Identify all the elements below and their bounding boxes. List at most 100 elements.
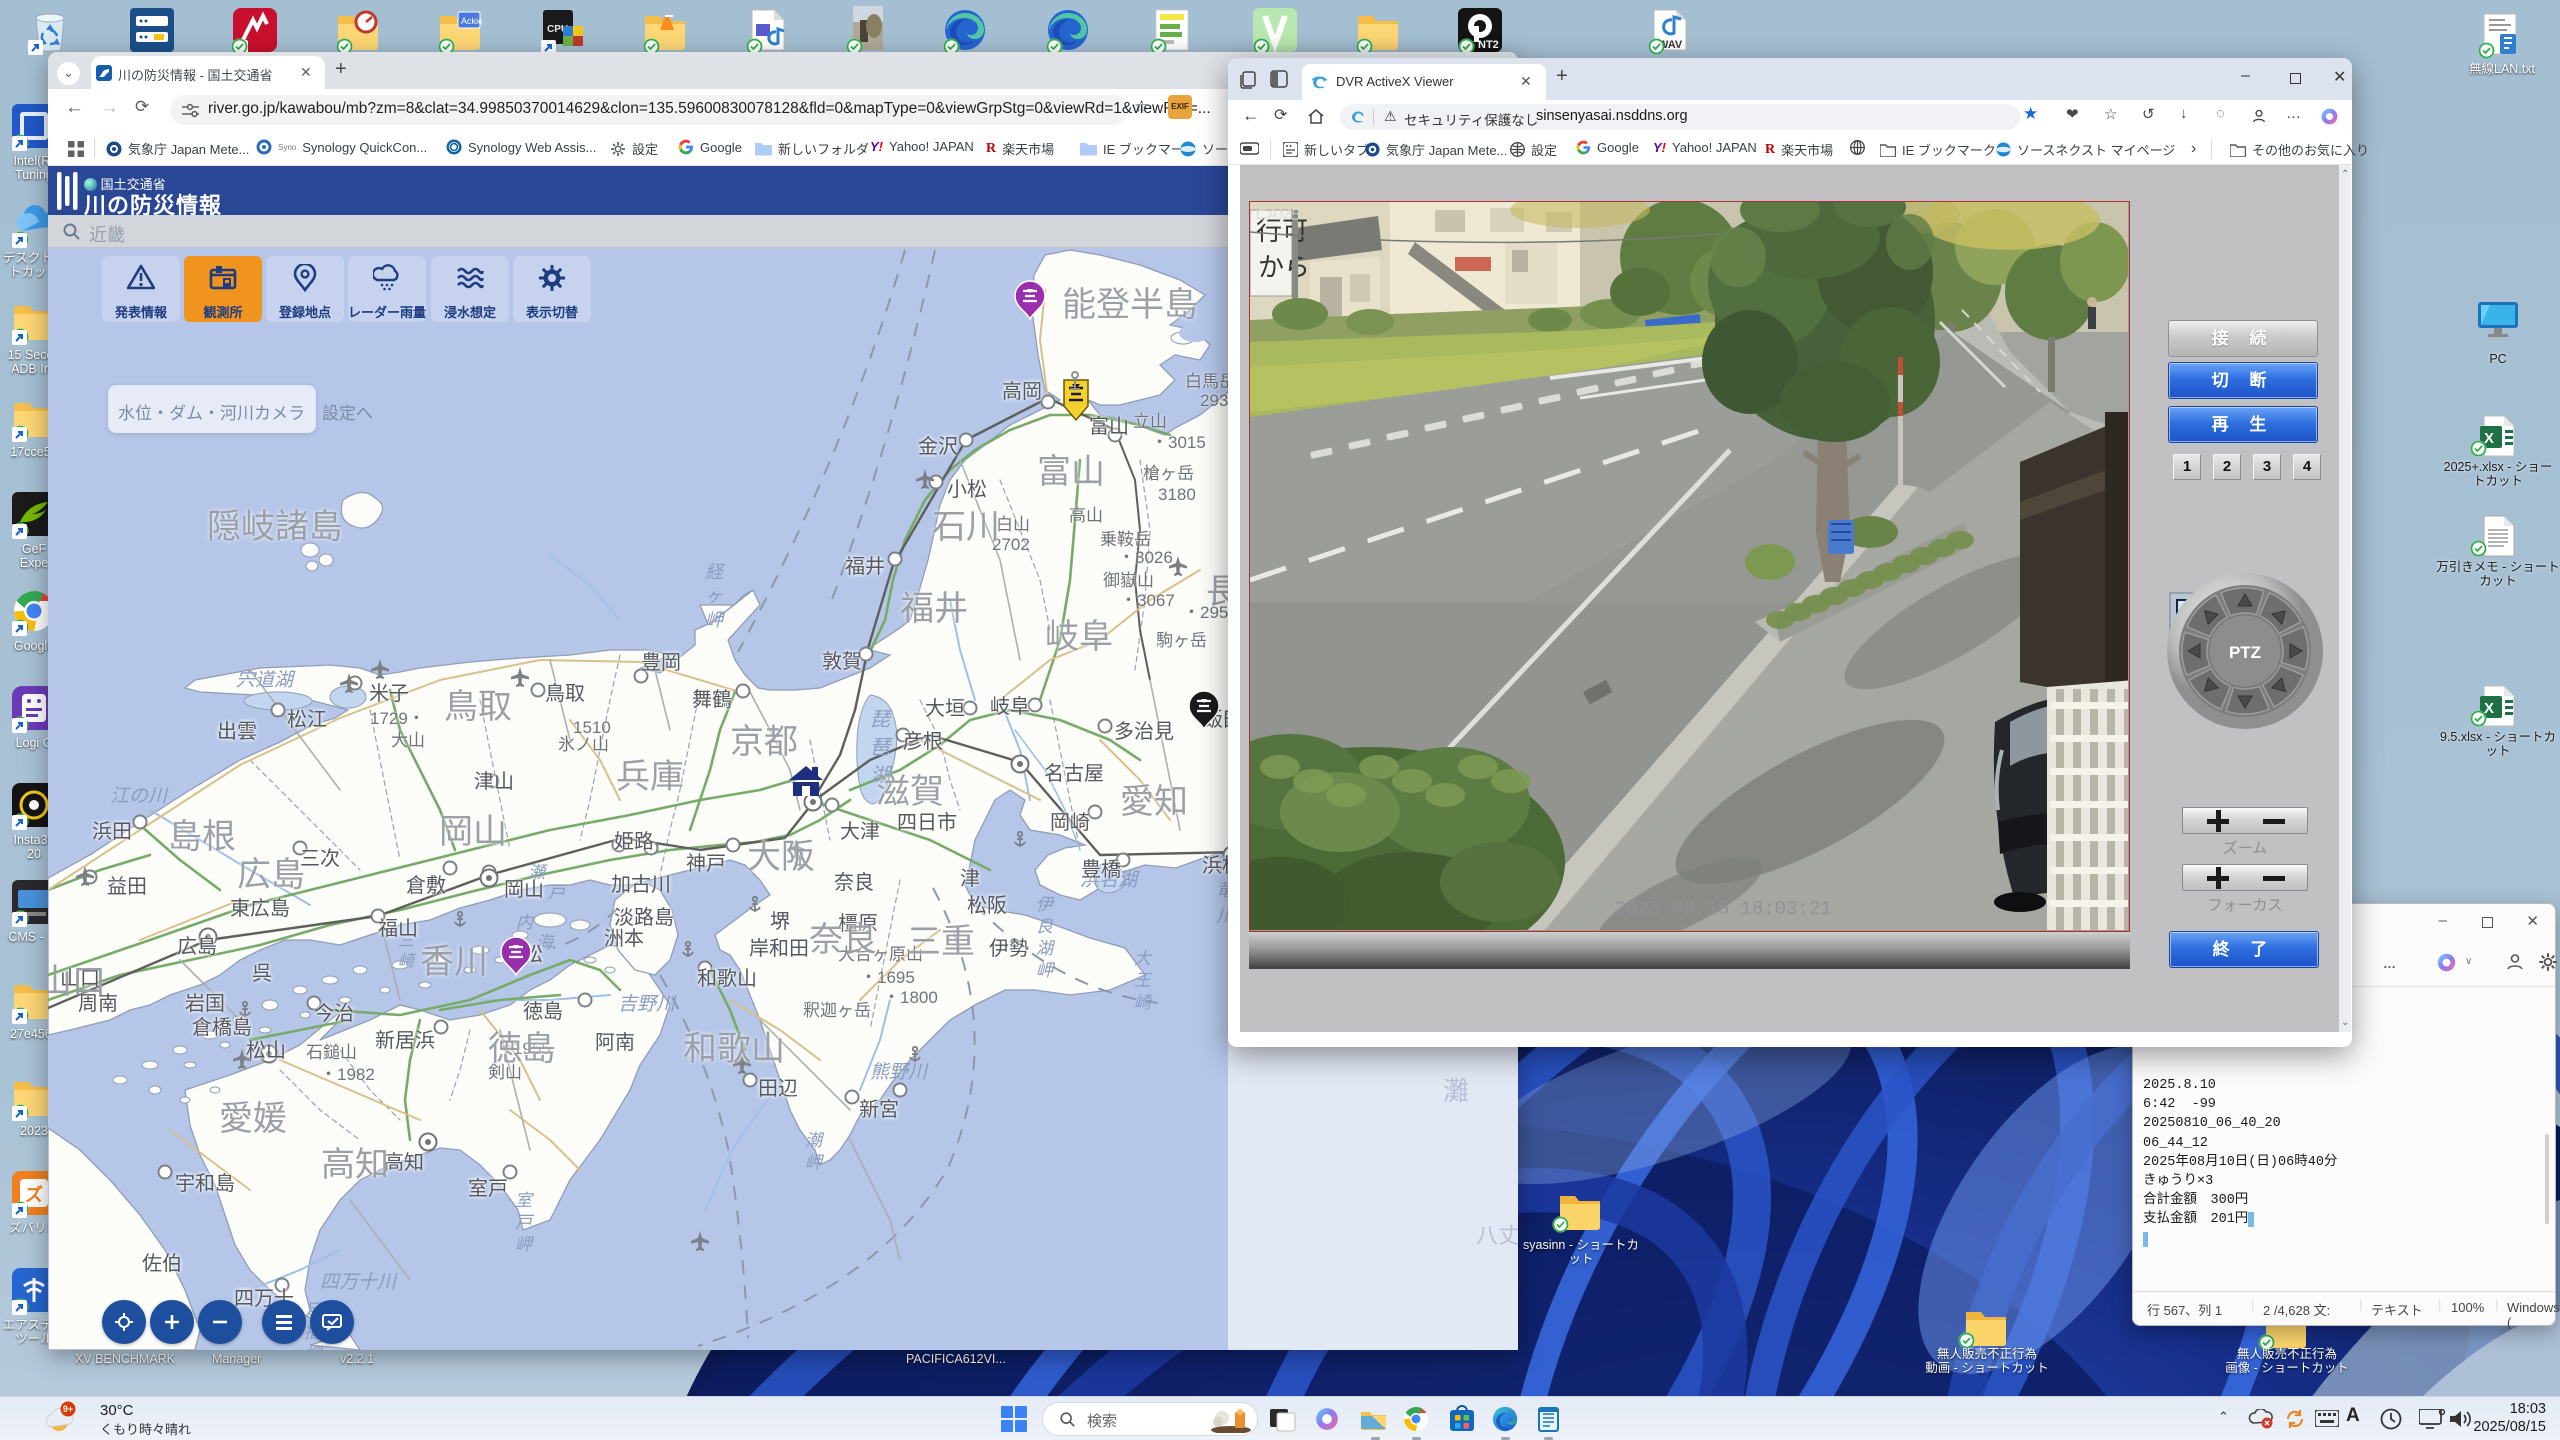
svg-text:伊: 伊: [1036, 895, 1055, 914]
svg-text:・3026: ・3026: [1118, 548, 1173, 567]
svg-text:津: 津: [960, 867, 980, 890]
svg-text:経: 経: [705, 562, 725, 582]
svg-text:岩国: 岩国: [185, 992, 225, 1015]
svg-text:徳島: 徳島: [523, 1000, 563, 1023]
svg-text:3180: 3180: [1158, 485, 1196, 504]
svg-text:隠岐諸島: 隠岐諸島: [207, 508, 343, 546]
svg-text:和歌山: 和歌山: [697, 967, 757, 990]
svg-text:岡山: 岡山: [504, 878, 544, 901]
svg-text:吉野川: 吉野川: [618, 994, 677, 1015]
svg-text:堺: 堺: [770, 910, 790, 933]
svg-text:淡路島: 淡路島: [614, 906, 674, 929]
svg-text:豊橋: 豊橋: [1081, 858, 1121, 881]
svg-text:鳥取: 鳥取: [545, 682, 585, 705]
svg-text:島根: 島根: [168, 818, 236, 856]
svg-text:高知: 高知: [384, 1151, 424, 1174]
svg-text:益田: 益田: [107, 875, 147, 898]
svg-text:香川: 香川: [420, 943, 488, 981]
svg-text:東広島: 東広島: [230, 897, 290, 920]
svg-text:奈良: 奈良: [834, 871, 874, 894]
svg-text:灘: 灘: [1443, 1076, 1469, 1106]
svg-text:京都: 京都: [730, 723, 798, 761]
svg-text:・3067: ・3067: [1120, 591, 1175, 610]
svg-text:津山: 津山: [474, 770, 514, 793]
svg-text:愛媛: 愛媛: [219, 1100, 287, 1138]
svg-text:から: から: [1258, 252, 1310, 282]
svg-text:岸和田: 岸和田: [749, 937, 809, 960]
svg-text:大垣: 大垣: [925, 697, 965, 720]
svg-text:岡崎: 岡崎: [1050, 811, 1090, 834]
svg-text:9+: 9+: [63, 1404, 73, 1414]
svg-text:今治: 今治: [314, 1002, 354, 1025]
svg-text:福井: 福井: [900, 590, 968, 628]
svg-text:金沢: 金沢: [918, 435, 958, 458]
svg-text:出雲: 出雲: [217, 720, 257, 743]
svg-text:高山: 高山: [1069, 506, 1103, 525]
svg-text:和歌山: 和歌山: [683, 1030, 785, 1068]
svg-text:大阪: 大阪: [747, 838, 815, 876]
svg-text:石川: 石川: [932, 508, 1000, 546]
svg-text:山口: 山口: [48, 963, 106, 1001]
svg-text:呉: 呉: [252, 963, 272, 985]
svg-text:琵: 琵: [870, 709, 893, 731]
svg-text:米子: 米子: [369, 682, 409, 705]
svg-text:加古川: 加古川: [611, 873, 671, 896]
svg-text:三重: 三重: [907, 923, 975, 961]
svg-text:滋賀: 滋賀: [876, 773, 944, 811]
svg-text:小松: 小松: [947, 478, 987, 501]
svg-text:氷ノ山: 氷ノ山: [558, 735, 609, 754]
svg-text:室戸: 室戸: [468, 1177, 508, 1200]
svg-text:崎: 崎: [398, 952, 416, 970]
svg-text:富山: 富山: [1089, 415, 1129, 438]
svg-text:ヶ: ヶ: [705, 586, 723, 606]
svg-text:鳥取: 鳥取: [444, 688, 512, 726]
svg-text:愛知: 愛知: [1120, 783, 1188, 821]
svg-text:伊勢: 伊勢: [989, 937, 1029, 960]
svg-text:・1800: ・1800: [883, 988, 938, 1007]
svg-text:松江: 松江: [287, 708, 327, 731]
svg-text:熊野川: 熊野川: [870, 1061, 929, 1083]
svg-text:豊岡: 豊岡: [641, 651, 681, 674]
svg-text:福井: 福井: [845, 555, 885, 578]
svg-text:宇和島: 宇和島: [175, 1172, 235, 1195]
svg-text:立山: 立山: [1133, 412, 1167, 431]
svg-text:富山: 富山: [1037, 453, 1105, 491]
svg-text:名古屋: 名古屋: [1044, 762, 1104, 785]
svg-text:松阪: 松阪: [967, 894, 1007, 917]
svg-text:四万十川: 四万十川: [320, 1272, 398, 1293]
svg-text:NT2: NT2: [1478, 39, 1499, 51]
svg-text:御嶽山: 御嶽山: [1103, 571, 1154, 590]
svg-text:・1695: ・1695: [860, 968, 915, 987]
svg-text:彦根: 彦根: [903, 730, 943, 753]
svg-text:良: 良: [1036, 917, 1054, 936]
svg-text:敦賀: 敦賀: [822, 650, 862, 673]
svg-text:舞鶴: 舞鶴: [692, 688, 732, 711]
svg-text:新居浜: 新居浜: [375, 1029, 435, 1052]
svg-text:福山: 福山: [378, 917, 418, 940]
svg-text:CAM5: CAM5: [1256, 207, 1301, 224]
svg-text:内: 内: [516, 913, 535, 932]
svg-text:・3015: ・3015: [1151, 433, 1206, 452]
svg-text:岡山: 岡山: [439, 813, 507, 851]
svg-text:大津: 大津: [840, 820, 880, 843]
svg-text:琶: 琶: [870, 737, 893, 759]
svg-text:白山: 白山: [996, 515, 1030, 534]
svg-text:三次: 三次: [300, 847, 340, 870]
svg-text:神戸: 神戸: [686, 852, 726, 875]
svg-text:江の川: 江の川: [110, 786, 169, 807]
svg-text:乗鞍岳: 乗鞍岳: [1100, 530, 1151, 549]
svg-text:槍ヶ岳: 槍ヶ岳: [1143, 464, 1194, 483]
svg-text:姫路: 姫路: [614, 830, 654, 853]
svg-text:釈迦ヶ岳: 釈迦ヶ岳: [803, 1001, 871, 1020]
svg-text:広島: 広島: [237, 856, 305, 894]
svg-text:王: 王: [1134, 971, 1153, 990]
svg-text:倉橋島: 倉橋島: [192, 1016, 252, 1039]
svg-text:松山: 松山: [246, 1039, 286, 1062]
svg-text:1729・: 1729・: [370, 709, 425, 728]
svg-text:新宮: 新宮: [859, 1098, 899, 1121]
svg-text:岐阜: 岐阜: [990, 695, 1030, 718]
svg-text:大山: 大山: [391, 731, 425, 750]
svg-text:奈良: 奈良: [809, 921, 877, 959]
svg-text:宍道湖: 宍道湖: [236, 669, 296, 691]
svg-text:PTZ: PTZ: [2229, 643, 2261, 662]
